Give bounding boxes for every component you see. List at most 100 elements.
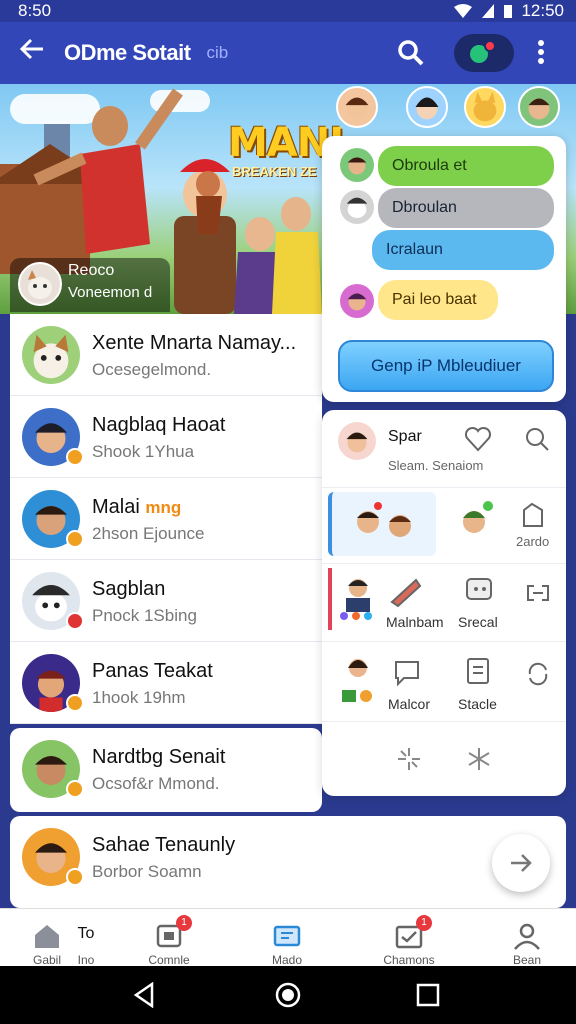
chat-row[interactable]: Nagblaq Haoat Shook 1Yhua (10, 396, 322, 478)
tile-label: Malcor (388, 696, 431, 712)
notification-badge: 1 (416, 915, 432, 931)
nav-item-tasks[interactable]: 1 Chamons (364, 909, 454, 967)
chat-preview: Ocsof&r Mmond. (92, 774, 220, 793)
nav-item-ino[interactable]: To Ino (56, 909, 116, 967)
signal-icon (482, 4, 495, 18)
chat-card[interactable]: Sahae Tenaunly Borbor Soamn (10, 816, 566, 908)
link-icon[interactable] (524, 582, 552, 604)
tile-label: 2ardo (516, 534, 550, 549)
grid-row: 2ardo (322, 488, 566, 564)
tile-label: Malnbam (386, 614, 444, 630)
brush-icon[interactable] (388, 574, 422, 608)
status-time: 8:50 (18, 1, 52, 20)
nav-label: Chamons (383, 953, 435, 967)
chat-name: Nardtbg Senait (92, 746, 226, 768)
chat-row[interactable]: Xente Mnarta Namay... Ocesegelmond. (10, 314, 322, 396)
tile-label: Srecal (458, 614, 498, 630)
quick-actions-panel: Spar Sleam. Senaiom 2ardo Malnbam Srecal… (322, 410, 566, 796)
chat-row[interactable]: Panas Teakat 1hook 19hm (10, 642, 322, 724)
document-icon[interactable] (464, 656, 492, 686)
chat-preview: 2hson Ejounce (92, 524, 205, 543)
asterisk-icon[interactable] (466, 746, 492, 772)
sparkle-icon[interactable] (396, 746, 422, 772)
message-bubble[interactable]: Pai leo baat (378, 280, 498, 320)
nav-label: Comnle (148, 953, 190, 967)
chat-card[interactable]: Nardtbg Senait Ocsof&r Mmond. (10, 728, 322, 812)
friend-avatar[interactable] (406, 86, 448, 128)
friend-avatar[interactable] (464, 86, 506, 128)
nav-label: Mado (271, 953, 303, 967)
chat-name: Nagblaq Haoat (92, 414, 226, 436)
row-avatar (338, 422, 376, 460)
pet-face-icon (28, 270, 52, 299)
bubble-avatar (340, 284, 374, 318)
nav-label: Bean (512, 953, 542, 967)
search-icon (398, 40, 424, 66)
nav-item-chats[interactable]: 1 Comnle (124, 909, 214, 967)
search-button[interactable] (396, 38, 426, 68)
chat-preview: Borbor Soamn (92, 862, 202, 881)
contact-avatar-icon[interactable] (338, 652, 378, 704)
friend-avatar-icon[interactable] (450, 498, 500, 552)
message-bubble[interactable]: Dbroulan (378, 188, 554, 228)
selected-group-tile[interactable] (328, 492, 436, 556)
status-bar: 8:50 12:50 (0, 0, 576, 22)
back-triangle-icon[interactable] (132, 982, 156, 1008)
heart-icon[interactable] (464, 426, 492, 452)
bubble-avatar (340, 148, 374, 182)
next-fab-button[interactable] (492, 834, 550, 892)
search-icon[interactable] (524, 426, 550, 452)
chat-preview: Ocesegelmond. (92, 360, 212, 379)
friend-face-icon (528, 98, 550, 120)
back-button[interactable] (0, 36, 64, 70)
home-circle-icon[interactable] (274, 981, 302, 1009)
message-bubble[interactable]: Icralaun (372, 230, 554, 270)
back-arrow-icon (19, 38, 43, 60)
status-icons: 12:50 (453, 1, 564, 21)
action-button[interactable]: Genp iP Mbleudiuer (338, 340, 554, 392)
banner-profile-tag[interactable]: Reoco Voneemon d (10, 258, 170, 312)
chat-list: Xente Mnarta Namay... Ocesegelmond. Nagb… (10, 314, 322, 724)
more-vert-icon (538, 40, 544, 64)
tag-icon[interactable] (520, 502, 546, 530)
game-controller-icon[interactable] (462, 574, 496, 608)
nav-item-profile[interactable]: Bean (482, 909, 572, 967)
status-clock: 12:50 (521, 1, 564, 20)
pet-face-icon (33, 334, 69, 379)
bottom-navigation: Gabil To Ino 1 Comnle Mado 1 Chamons Bea… (0, 908, 576, 967)
chat-row: Nardtbg Senait Ocsof&r Mmond. (10, 728, 322, 810)
battery-icon (504, 5, 513, 18)
notification-dot-icon (484, 40, 496, 52)
recents-square-icon[interactable] (416, 983, 440, 1007)
chat-name: Malai mng (92, 496, 181, 519)
message-bubble[interactable]: Obroula et (378, 146, 554, 186)
chat-preview: Shook 1Yhua (92, 442, 195, 461)
chat-row: Sahae Tenaunly Borbor Soamn (10, 816, 566, 898)
status-toggle-button[interactable] (454, 34, 514, 72)
chat-avatar (22, 326, 80, 384)
friend-avatar[interactable] (518, 86, 560, 128)
refresh-icon[interactable] (524, 662, 552, 686)
contact-avatar-icon[interactable] (338, 572, 378, 620)
grid-row: Spar Sleam. Senaiom (322, 410, 566, 488)
status-badge (66, 694, 84, 712)
chat-tag: mng (145, 498, 182, 517)
chat-row[interactable]: Malai mng 2hson Ejounce (10, 478, 322, 560)
friend-avatar[interactable] (336, 86, 378, 128)
person-face-icon (347, 293, 367, 311)
nav-label: Ino (77, 953, 95, 967)
chat-preview: 1hook 19hm (92, 688, 186, 707)
app-subtitle: cib (206, 43, 229, 62)
pet-face-icon (473, 91, 497, 122)
row-accent (328, 568, 332, 630)
chat-bubble-icon[interactable] (392, 656, 422, 686)
status-badge (66, 530, 84, 548)
notification-badge: 1 (176, 915, 192, 931)
chat-row[interactable]: Sagblan Pnock 1Sbing (10, 560, 322, 642)
friend-face-icon (345, 97, 369, 120)
banner-profile-name: Reoco (68, 262, 115, 279)
game-logo-subtitle: BREAKEN ZE (232, 164, 317, 179)
nav-item-media[interactable]: Mado (242, 909, 332, 967)
row-subtitle: Sleam. Senaiom (388, 458, 484, 473)
more-menu-button[interactable] (536, 38, 546, 71)
